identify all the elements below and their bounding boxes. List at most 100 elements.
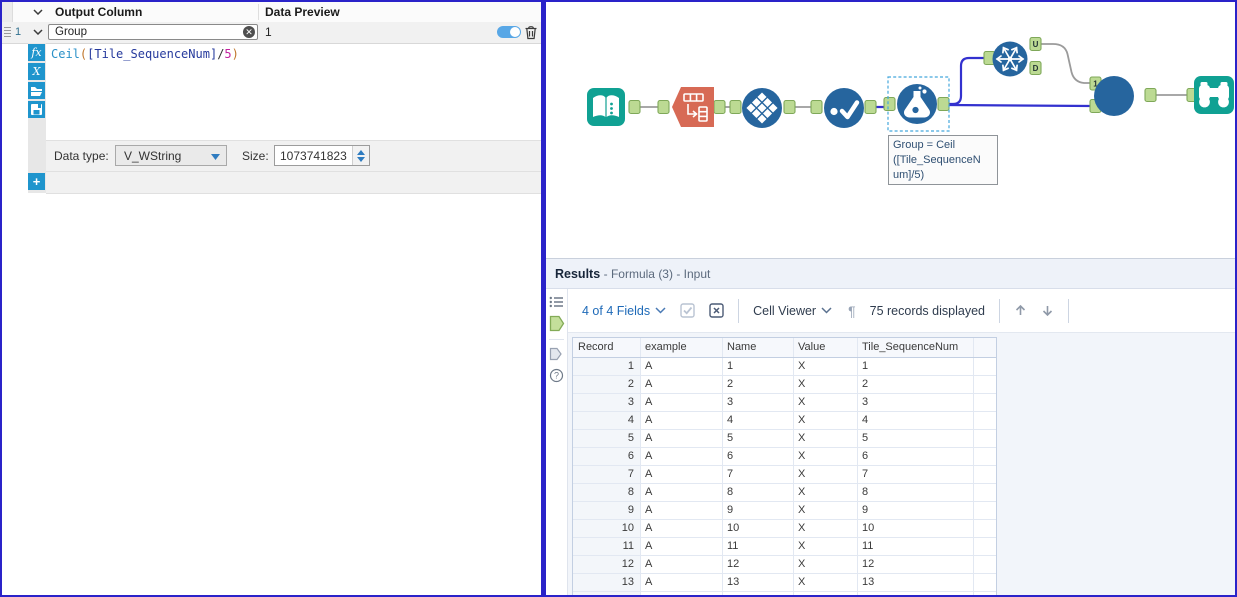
table-cell[interactable]: A bbox=[641, 394, 723, 411]
table-cell[interactable]: 3 bbox=[858, 394, 974, 411]
table-cell[interactable]: 1 bbox=[723, 358, 794, 375]
table-cell[interactable] bbox=[974, 484, 996, 501]
table-cell[interactable]: A bbox=[641, 502, 723, 519]
table-cell[interactable] bbox=[974, 592, 996, 595]
table-cell[interactable]: 3 bbox=[723, 394, 794, 411]
table-cell[interactable]: 7 bbox=[723, 466, 794, 483]
table-cell[interactable] bbox=[641, 592, 723, 595]
spinner-up-icon[interactable] bbox=[357, 149, 365, 155]
table-cell[interactable]: 10 bbox=[858, 520, 974, 537]
table-cell[interactable]: A bbox=[641, 574, 723, 591]
table-cell[interactable]: 12 bbox=[573, 556, 641, 573]
input-anchor[interactable] bbox=[657, 99, 670, 115]
drag-grip-icon[interactable] bbox=[4, 27, 11, 37]
table-cell[interactable]: X bbox=[794, 466, 858, 483]
apply-checkbox-icon[interactable] bbox=[680, 303, 695, 318]
table-cell[interactable]: 13 bbox=[858, 574, 974, 591]
table-cell[interactable]: A bbox=[641, 358, 723, 375]
table-cell[interactable]: 2 bbox=[858, 376, 974, 393]
table-cell[interactable]: X bbox=[794, 574, 858, 591]
clear-icon[interactable]: ✕ bbox=[243, 26, 255, 38]
union-output-anchor[interactable] bbox=[1144, 87, 1157, 103]
table-cell[interactable]: 6 bbox=[573, 448, 641, 465]
table-cell[interactable]: 1 bbox=[858, 358, 974, 375]
input-anchor[interactable] bbox=[810, 99, 823, 115]
profile-list-icon[interactable] bbox=[549, 296, 565, 308]
table-cell[interactable]: A bbox=[641, 430, 723, 447]
spinner-down-icon[interactable] bbox=[357, 156, 365, 162]
table-cell[interactable]: 7 bbox=[858, 466, 974, 483]
table-cell[interactable] bbox=[974, 412, 996, 429]
formula-annotation[interactable]: Group = Ceil ([Tile_SequenceN um]/5) bbox=[888, 135, 998, 185]
table-cell[interactable] bbox=[974, 448, 996, 465]
table-cell[interactable]: 6 bbox=[858, 448, 974, 465]
table-cell[interactable]: A bbox=[641, 448, 723, 465]
table-cell[interactable]: X bbox=[794, 376, 858, 393]
wire-formula-union[interactable] bbox=[947, 103, 1093, 108]
table-cell[interactable]: A bbox=[641, 376, 723, 393]
tile-tool[interactable] bbox=[742, 88, 782, 128]
table-cell[interactable]: X bbox=[794, 538, 858, 555]
table-cell[interactable]: 8 bbox=[858, 484, 974, 501]
expression-row[interactable]: 1 Group ✕ 1 bbox=[2, 22, 541, 44]
unique-tool[interactable] bbox=[992, 41, 1028, 77]
column-header[interactable] bbox=[974, 338, 996, 357]
table-cell[interactable] bbox=[723, 592, 794, 595]
row-enabled-toggle[interactable] bbox=[497, 26, 521, 38]
select-tool[interactable] bbox=[824, 88, 864, 128]
save-expression-icon[interactable] bbox=[28, 101, 45, 118]
table-cell[interactable]: A bbox=[641, 556, 723, 573]
table-row[interactable]: 8A8X8 bbox=[573, 484, 996, 502]
table-cell[interactable]: 9 bbox=[573, 502, 641, 519]
size-input[interactable]: 1073741823 bbox=[274, 145, 370, 166]
table-cell[interactable]: X bbox=[794, 358, 858, 375]
formula-tool[interactable] bbox=[897, 84, 937, 124]
output-anchor[interactable] bbox=[783, 99, 796, 115]
cancel-box-icon[interactable] bbox=[709, 303, 724, 318]
table-row[interactable]: 1A1X1 bbox=[573, 358, 996, 376]
column-header[interactable]: example bbox=[641, 338, 723, 357]
table-cell[interactable]: 5 bbox=[573, 430, 641, 447]
output-column-input[interactable]: Group ✕ bbox=[48, 24, 258, 40]
table-cell[interactable]: X bbox=[794, 394, 858, 411]
table-cell[interactable]: X bbox=[794, 556, 858, 573]
metadata-icon[interactable] bbox=[549, 347, 565, 361]
column-header[interactable]: Name bbox=[723, 338, 794, 357]
wire-unique-union[interactable] bbox=[1040, 43, 1092, 84]
whitespace-toggle-icon[interactable]: ¶ bbox=[848, 303, 856, 319]
add-expression-button[interactable]: + bbox=[28, 173, 45, 190]
formula-output-anchor[interactable] bbox=[937, 96, 950, 112]
table-cell[interactable]: A bbox=[641, 412, 723, 429]
table-cell[interactable]: 11 bbox=[723, 538, 794, 555]
table-cell[interactable]: X bbox=[794, 502, 858, 519]
table-cell[interactable] bbox=[974, 556, 996, 573]
table-cell[interactable] bbox=[573, 592, 641, 595]
table-row[interactable]: 5A5X5 bbox=[573, 430, 996, 448]
output-anchor[interactable] bbox=[628, 99, 641, 115]
data-type-dropdown[interactable]: V_WString bbox=[115, 145, 227, 166]
fields-dropdown[interactable]: 4 of 4 Fields bbox=[582, 304, 666, 318]
browse-tool[interactable] bbox=[1194, 76, 1234, 114]
table-cell[interactable] bbox=[974, 394, 996, 411]
wire-formula-unique[interactable] bbox=[948, 56, 985, 106]
formula-input-anchor[interactable] bbox=[883, 96, 896, 112]
table-header-row[interactable]: Record example Name Value Tile_SequenceNum bbox=[573, 338, 996, 358]
column-header[interactable]: Tile_SequenceNum bbox=[858, 338, 974, 357]
table-cell[interactable]: 6 bbox=[723, 448, 794, 465]
table-cell[interactable] bbox=[974, 520, 996, 537]
open-expression-icon[interactable] bbox=[28, 82, 45, 99]
delete-row-trash-icon[interactable] bbox=[524, 25, 538, 40]
scroll-down-icon[interactable] bbox=[1041, 304, 1054, 317]
table-row[interactable]: 10 A 10 X 10 bbox=[573, 520, 996, 538]
table-cell[interactable] bbox=[974, 358, 996, 375]
table-cell[interactable]: 10 bbox=[573, 520, 641, 537]
row-chevron-icon[interactable] bbox=[33, 29, 43, 35]
size-spinner[interactable] bbox=[352, 146, 369, 165]
table-cell[interactable]: 4 bbox=[723, 412, 794, 429]
table-cell[interactable] bbox=[974, 538, 996, 555]
table-cell[interactable]: A bbox=[641, 466, 723, 483]
table-cell[interactable] bbox=[974, 376, 996, 393]
table-cell[interactable]: 9 bbox=[723, 502, 794, 519]
table-cell[interactable]: X bbox=[794, 412, 858, 429]
table-cell[interactable] bbox=[974, 502, 996, 519]
